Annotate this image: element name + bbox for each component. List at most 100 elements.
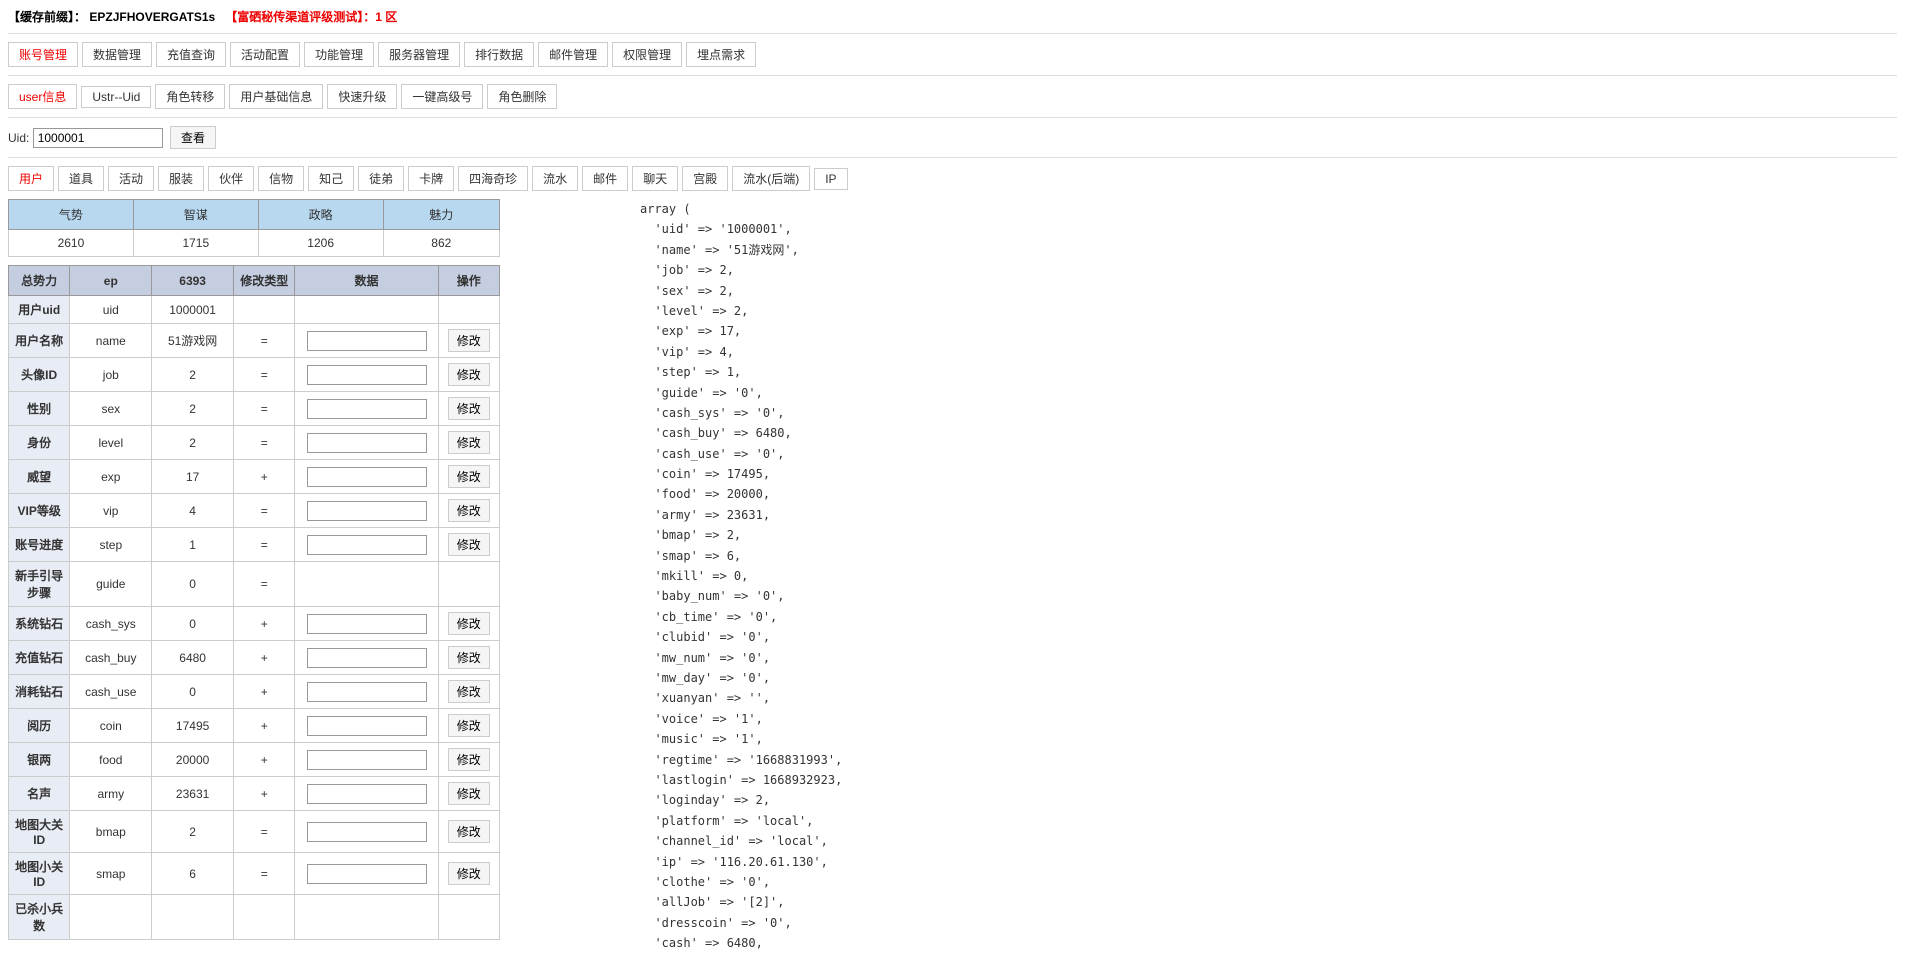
- main-tab-2[interactable]: 充值查询: [156, 42, 226, 67]
- detail-tab-1[interactable]: 道具: [58, 166, 104, 191]
- modify-button[interactable]: 修改: [448, 465, 490, 488]
- attr-label: 地图大关ID: [9, 811, 70, 853]
- detail-tab-2[interactable]: 活动: [108, 166, 154, 191]
- main-tab-8[interactable]: 权限管理: [612, 42, 682, 67]
- attr-data-input[interactable]: [307, 535, 427, 555]
- cache-prefix-label: 【缓存前缀】：: [8, 10, 86, 24]
- header-line: 【缓存前缀】： EPZJFHOVERGATS1s 【富硒秘传渠道评级测试】：1 …: [8, 8, 1897, 25]
- attr-ep: job: [70, 358, 152, 392]
- detail-tab-15[interactable]: IP: [814, 168, 847, 190]
- attr-type: +: [234, 777, 295, 811]
- attr-label: 账号进度: [9, 528, 70, 562]
- attr-data-input[interactable]: [307, 648, 427, 668]
- stats-value: 2610: [9, 230, 134, 257]
- attr-type: +: [234, 709, 295, 743]
- modify-button[interactable]: 修改: [448, 612, 490, 635]
- sub-tab-3[interactable]: 用户基础信息: [229, 84, 323, 109]
- detail-tab-11[interactable]: 邮件: [582, 166, 628, 191]
- attr-ep: bmap: [70, 811, 152, 853]
- main-tab-7[interactable]: 邮件管理: [538, 42, 608, 67]
- table-row: 系统钻石cash_sys0+修改: [9, 607, 500, 641]
- attr-op-cell: 修改: [438, 460, 499, 494]
- modify-button[interactable]: 修改: [448, 680, 490, 703]
- detail-tab-12[interactable]: 聊天: [632, 166, 678, 191]
- modify-button[interactable]: 修改: [448, 820, 490, 843]
- detail-tab-4[interactable]: 伙伴: [208, 166, 254, 191]
- attr-data-input[interactable]: [307, 467, 427, 487]
- main-tab-5[interactable]: 服务器管理: [378, 42, 460, 67]
- attr-label: 消耗钻石: [9, 675, 70, 709]
- modify-button[interactable]: 修改: [448, 862, 490, 885]
- table-row: 身份level2=修改: [9, 426, 500, 460]
- detail-tab-13[interactable]: 宫殿: [682, 166, 728, 191]
- attr-op-cell: [438, 296, 499, 324]
- attr-value: 1: [152, 528, 234, 562]
- modify-button[interactable]: 修改: [448, 714, 490, 737]
- main-tab-6[interactable]: 排行数据: [464, 42, 534, 67]
- detail-tab-14[interactable]: 流水(后端): [732, 166, 810, 191]
- modify-button[interactable]: 修改: [448, 363, 490, 386]
- modify-button[interactable]: 修改: [448, 748, 490, 771]
- detail-tab-10[interactable]: 流水: [532, 166, 578, 191]
- view-button[interactable]: 查看: [170, 126, 216, 149]
- main-tab-1[interactable]: 数据管理: [82, 42, 152, 67]
- attr-value: 2: [152, 392, 234, 426]
- attr-label: 新手引导步骤: [9, 562, 70, 607]
- attr-ep: smap: [70, 853, 152, 895]
- attr-data-cell: [295, 607, 438, 641]
- main-tab-0[interactable]: 账号管理: [8, 42, 78, 67]
- attr-data-input[interactable]: [307, 433, 427, 453]
- attr-type: +: [234, 675, 295, 709]
- sub-tab-2[interactable]: 角色转移: [155, 84, 225, 109]
- detail-tab-6[interactable]: 知己: [308, 166, 354, 191]
- attr-ep: name: [70, 324, 152, 358]
- main-tab-9[interactable]: 埋点需求: [686, 42, 756, 67]
- attr-data-input[interactable]: [307, 501, 427, 521]
- detail-tab-0[interactable]: 用户: [8, 166, 54, 191]
- attr-ep: level: [70, 426, 152, 460]
- attr-data-input[interactable]: [307, 750, 427, 770]
- attr-label: 头像ID: [9, 358, 70, 392]
- sub-tab-6[interactable]: 角色删除: [487, 84, 557, 109]
- attr-data-cell: [295, 528, 438, 562]
- sub-tab-1[interactable]: Ustr--Uid: [81, 86, 151, 108]
- modify-button[interactable]: 修改: [448, 533, 490, 556]
- main-tab-3[interactable]: 活动配置: [230, 42, 300, 67]
- attrs-header: 总势力: [9, 266, 70, 296]
- attrs-header: ep: [70, 266, 152, 296]
- sub-tab-0[interactable]: user信息: [8, 84, 77, 109]
- detail-tab-5[interactable]: 信物: [258, 166, 304, 191]
- attr-value: 0: [152, 675, 234, 709]
- attr-data-cell: [295, 392, 438, 426]
- attr-data-input[interactable]: [307, 784, 427, 804]
- main-tab-4[interactable]: 功能管理: [304, 42, 374, 67]
- attr-op-cell: 修改: [438, 494, 499, 528]
- attr-label: 充值钻石: [9, 641, 70, 675]
- modify-button[interactable]: 修改: [448, 646, 490, 669]
- attr-ep: cash_sys: [70, 607, 152, 641]
- modify-button[interactable]: 修改: [448, 782, 490, 805]
- sub-tab-5[interactable]: 一键高级号: [401, 84, 483, 109]
- attr-value: 6: [152, 853, 234, 895]
- attr-data-input[interactable]: [307, 682, 427, 702]
- detail-tab-9[interactable]: 四海奇珍: [458, 166, 528, 191]
- detail-tab-3[interactable]: 服装: [158, 166, 204, 191]
- modify-button[interactable]: 修改: [448, 499, 490, 522]
- detail-tab-7[interactable]: 徒弟: [358, 166, 404, 191]
- attr-data-input[interactable]: [307, 365, 427, 385]
- modify-button[interactable]: 修改: [448, 397, 490, 420]
- attr-data-input[interactable]: [307, 399, 427, 419]
- attr-data-input[interactable]: [307, 331, 427, 351]
- modify-button[interactable]: 修改: [448, 329, 490, 352]
- attr-data-input[interactable]: [307, 716, 427, 736]
- attr-ep: guide: [70, 562, 152, 607]
- detail-tab-8[interactable]: 卡牌: [408, 166, 454, 191]
- sub-tab-row: user信息Ustr--Uid角色转移用户基础信息快速升级一键高级号角色删除: [8, 84, 1897, 109]
- attr-data-input[interactable]: [307, 822, 427, 842]
- attr-data-input[interactable]: [307, 614, 427, 634]
- modify-button[interactable]: 修改: [448, 431, 490, 454]
- uid-input[interactable]: [33, 128, 163, 148]
- attr-value: 23631: [152, 777, 234, 811]
- attr-data-input[interactable]: [307, 864, 427, 884]
- sub-tab-4[interactable]: 快速升级: [327, 84, 397, 109]
